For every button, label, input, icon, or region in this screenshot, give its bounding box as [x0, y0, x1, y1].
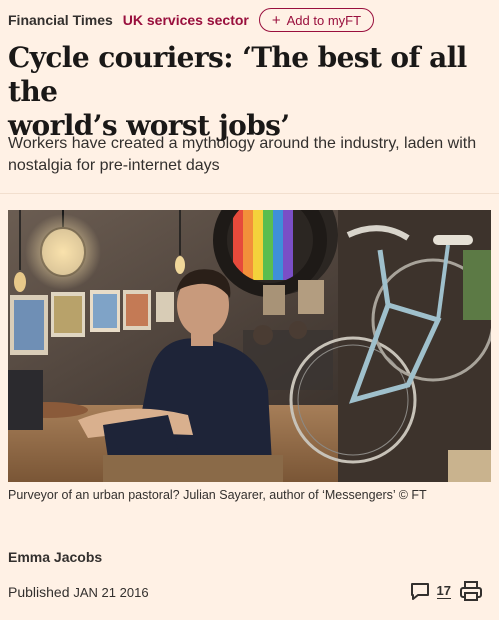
photo-illustration [8, 210, 491, 482]
comment-count: 17 [436, 582, 451, 599]
section-link[interactable]: UK services sector [123, 12, 249, 28]
comments-button[interactable]: 17 [409, 581, 451, 601]
top-bar: Financial Times UK services sector + Add… [8, 7, 491, 33]
headline-line-1: Cycle couriers: ‘The best of all the [8, 41, 467, 108]
photo-caption: Purveyor of an urban pastoral? Julian Sa… [8, 488, 427, 502]
print-icon [460, 581, 482, 601]
published-line: Published JAN 21 2016 [8, 584, 149, 600]
brand-link[interactable]: Financial Times [8, 12, 113, 28]
article-actions: 17 [409, 580, 483, 602]
published-date: JAN 21 2016 [73, 585, 149, 600]
published-label: Published [8, 584, 70, 600]
article-photo [8, 210, 491, 482]
print-button[interactable] [459, 580, 483, 602]
article-headline: Cycle couriers: ‘The best of all the wor… [8, 41, 488, 143]
add-to-myft-button[interactable]: + Add to myFT [258, 8, 375, 32]
plus-icon: + [271, 11, 281, 29]
comment-icon [410, 583, 429, 600]
header-divider [0, 193, 499, 194]
add-to-myft-label: Add to myFT [286, 12, 362, 28]
article-standfirst: Workers have created a mythology around … [8, 135, 477, 174]
author-link[interactable]: Emma Jacobs [8, 549, 102, 565]
